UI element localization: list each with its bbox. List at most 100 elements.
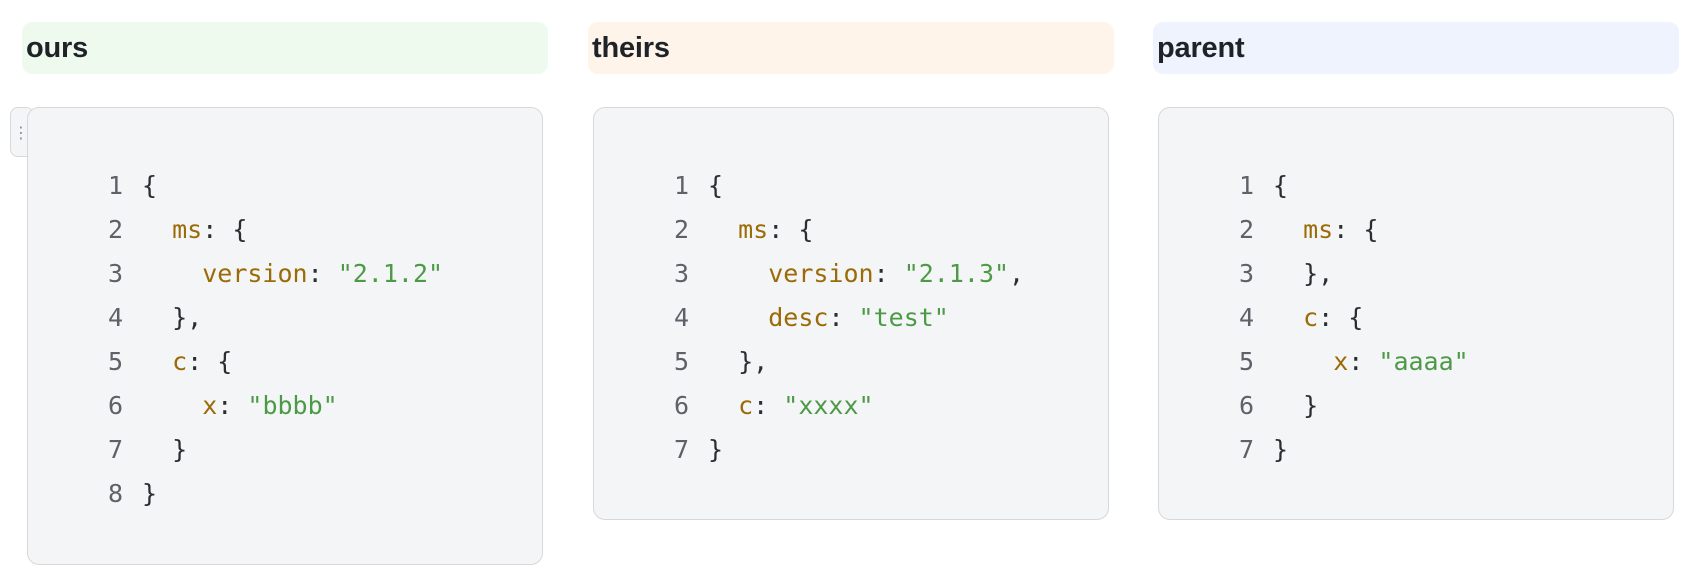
code-text: x: "aaaa" — [1273, 340, 1469, 384]
line-number: 5 — [1238, 347, 1254, 376]
code-text: { — [142, 164, 157, 208]
code-punctuation: } — [708, 435, 724, 464]
code-separator: : — [1333, 215, 1364, 244]
code-separator: : — [768, 215, 799, 244]
code-punctuation: { — [1273, 171, 1289, 200]
line-number: 2 — [673, 215, 689, 244]
code-punctuation: { — [217, 347, 233, 376]
line-number: 1 — [1238, 171, 1254, 200]
code-key: ms — [1303, 215, 1334, 244]
code-key: c — [738, 391, 754, 420]
code-punctuation: } — [1273, 435, 1289, 464]
code-text: } — [708, 428, 723, 472]
code-line: 7} — [1159, 428, 1673, 472]
code-text: version: "2.1.2" — [142, 252, 443, 296]
code-punctuation: }, — [172, 303, 203, 332]
line-number: 7 — [1238, 435, 1254, 464]
code-line: 2 ms: { — [594, 208, 1108, 252]
line-number: 2 — [1238, 215, 1254, 244]
line-number: 5 — [673, 347, 689, 376]
line-number: 5 — [107, 347, 123, 376]
code-text: } — [142, 472, 157, 516]
code-text: ms: { — [142, 208, 247, 252]
code-punctuation: }, — [738, 347, 769, 376]
line-number: 4 — [1238, 303, 1254, 332]
code-separator: : — [1318, 303, 1349, 332]
code-line: 3 }, — [1159, 252, 1673, 296]
line-number: 6 — [1238, 391, 1254, 420]
code-line: 6 x: "bbbb" — [28, 384, 542, 428]
code-string: "xxxx" — [783, 391, 874, 420]
line-number: 6 — [107, 391, 123, 420]
code-line: 1{ — [1159, 164, 1673, 208]
code-separator: : — [753, 391, 784, 420]
code-text: }, — [1273, 252, 1333, 296]
line-number: 8 — [107, 479, 123, 508]
line-number: 1 — [107, 171, 123, 200]
line-number: 3 — [673, 259, 689, 288]
panel-theirs: theirs 1 {2 ms: { 3 version: "2.1.3", 4 des… — [588, 0, 1114, 582]
code-key: ms — [172, 215, 203, 244]
code-key: version — [202, 259, 308, 288]
code-view-ours: 1{2 ms: {3 version: "2.1.2" 4 }, 5 c: {6 x… — [27, 107, 543, 565]
code-line: 5 }, — [594, 340, 1108, 384]
code-string: "test" — [858, 303, 949, 332]
code-punctuation: } — [142, 479, 158, 508]
code-string: "2.1.3" — [903, 259, 1010, 288]
code-line: 4 c: { — [1159, 296, 1673, 340]
code-string: "bbbb" — [247, 391, 338, 420]
code-string: "aaaa" — [1378, 347, 1469, 376]
line-number: 4 — [673, 303, 689, 332]
code-line: 8} — [28, 472, 542, 516]
code-punctuation: { — [708, 171, 724, 200]
code-line: 2 ms: { — [28, 208, 542, 252]
code-line: 7 } — [28, 428, 542, 472]
panel-header-theirs: theirs — [588, 22, 1114, 74]
line-number: 2 — [107, 215, 123, 244]
line-number: 3 — [107, 259, 123, 288]
code-punctuation: } — [1303, 391, 1319, 420]
code-line: 3 version: "2.1.2" — [28, 252, 542, 296]
code-separator: : — [217, 391, 248, 420]
code-key: c — [172, 347, 188, 376]
panel-ours: ⋮ ours 1{2 ms: {3 version: "2.1.2" 4 }, 5 … — [10, 0, 548, 582]
code-line: 4 }, — [28, 296, 542, 340]
code-key: x — [1333, 347, 1349, 376]
code-key: desc — [768, 303, 829, 332]
code-separator: : — [187, 347, 218, 376]
code-punctuation: { — [142, 171, 158, 200]
code-text: { — [1273, 164, 1288, 208]
code-line: 6 } — [1159, 384, 1673, 428]
code-punctuation: }, — [1303, 259, 1334, 288]
code-separator: : — [873, 259, 904, 288]
code-text: x: "bbbb" — [142, 384, 338, 428]
line-number: 1 — [673, 171, 689, 200]
code-text: } — [1273, 428, 1288, 472]
code-text: }, — [708, 340, 768, 384]
code-text: { — [708, 164, 723, 208]
code-punctuation: { — [798, 215, 814, 244]
code-separator: : — [202, 215, 233, 244]
code-text: }, — [142, 296, 202, 340]
code-text: desc: "test" — [708, 296, 949, 340]
code-line: 5 c: { — [28, 340, 542, 384]
code-punctuation: { — [1348, 303, 1364, 332]
code-string: "2.1.2" — [337, 259, 444, 288]
code-text: version: "2.1.3", — [708, 252, 1024, 296]
line-number: 3 — [1238, 259, 1254, 288]
code-line: 5 x: "aaaa" — [1159, 340, 1673, 384]
